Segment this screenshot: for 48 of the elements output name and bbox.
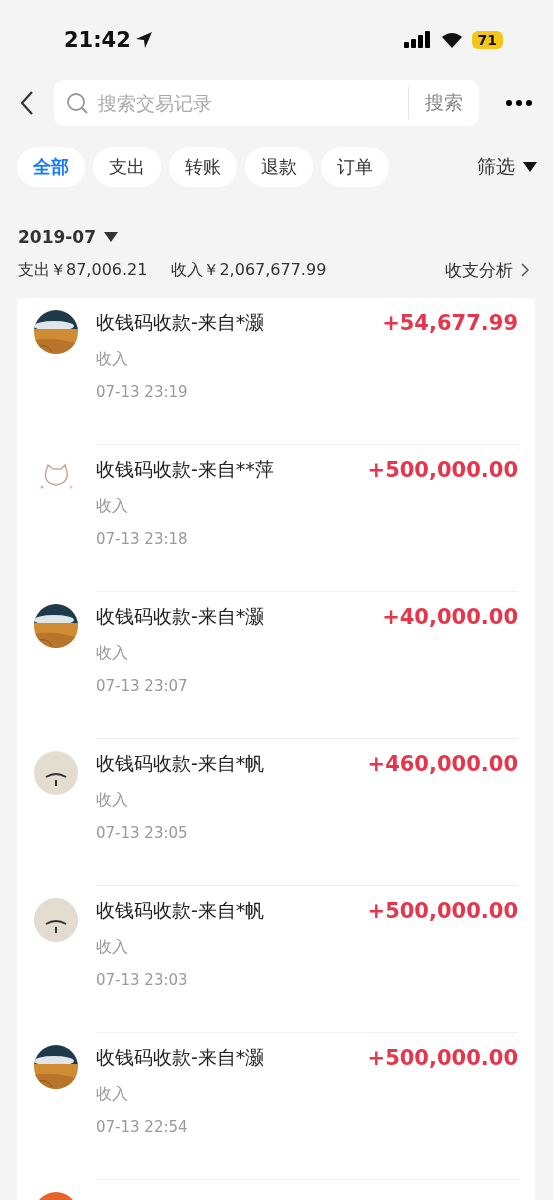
avatar-icon	[34, 898, 78, 942]
transaction-amount: +40,000.00	[382, 605, 518, 629]
analysis-link[interactable]: 收支分析	[445, 258, 529, 282]
caret-icon	[523, 162, 537, 172]
status-time: 21:42	[64, 28, 131, 52]
filter-tab[interactable]: 全部	[17, 147, 85, 187]
transaction-time: 07-13 23:19	[96, 383, 189, 401]
transaction-title: 收钱码收款-来自*帆	[96, 751, 265, 776]
transaction-amount: +54,677.99	[382, 311, 518, 335]
transaction-amount: +500,000.00	[367, 458, 518, 482]
search-button[interactable]: 搜索	[408, 87, 479, 119]
month-picker[interactable]: 2019-07	[18, 227, 119, 247]
filter-tab[interactable]: 转账	[169, 147, 237, 187]
filter-tab[interactable]: 支出	[93, 147, 161, 187]
transaction-time: 07-13 23:05	[96, 824, 189, 842]
transaction-title: 收钱码收款-来自**萍	[96, 457, 274, 482]
income-total: 收入￥2,067,677.99	[171, 259, 327, 281]
search-field[interactable]: 搜索交易记录 搜索	[54, 80, 479, 126]
transaction-type: 收入	[96, 496, 129, 517]
battery-level: 71	[471, 31, 503, 49]
filter-tab[interactable]: 订单	[321, 147, 389, 187]
caret-icon	[104, 232, 119, 242]
transaction-title: 收钱码收款-来自*灏	[96, 310, 265, 335]
transaction-title: 收钱码收款-来自*灏	[96, 1045, 265, 1070]
location-arrow-icon	[134, 31, 153, 49]
transaction-time: 07-13 23:18	[96, 530, 189, 548]
expense-total: 支出￥87,006.21	[18, 259, 148, 281]
back-icon[interactable]	[20, 90, 34, 116]
transaction-type: 收入	[96, 1084, 129, 1105]
transaction-title: 收钱码收款-来自*灏	[96, 604, 265, 629]
avatar-icon	[34, 751, 78, 795]
signal-icon	[403, 31, 432, 49]
filter-tab[interactable]: 退款	[245, 147, 313, 187]
transaction-amount: +500,000.00	[367, 899, 518, 923]
search-icon	[66, 92, 88, 114]
wifi-icon	[439, 31, 464, 49]
transaction-type: 收入	[96, 790, 129, 811]
transaction-type: 收入	[96, 349, 129, 370]
chevron-icon	[521, 263, 529, 277]
more-icon[interactable]	[505, 99, 533, 107]
transaction-time: 07-13 23:07	[96, 677, 189, 695]
transaction-amount: +460,000.00	[367, 752, 518, 776]
transaction-amount: +500,000.00	[367, 1046, 518, 1070]
transaction-title: 收钱码收款-来自*帆	[96, 898, 265, 923]
transaction-time: 07-13 23:03	[96, 971, 189, 989]
transaction-type: 收入	[96, 643, 129, 664]
transaction-type: 收入	[96, 937, 129, 958]
transaction-time: 07-13 22:54	[96, 1118, 189, 1136]
